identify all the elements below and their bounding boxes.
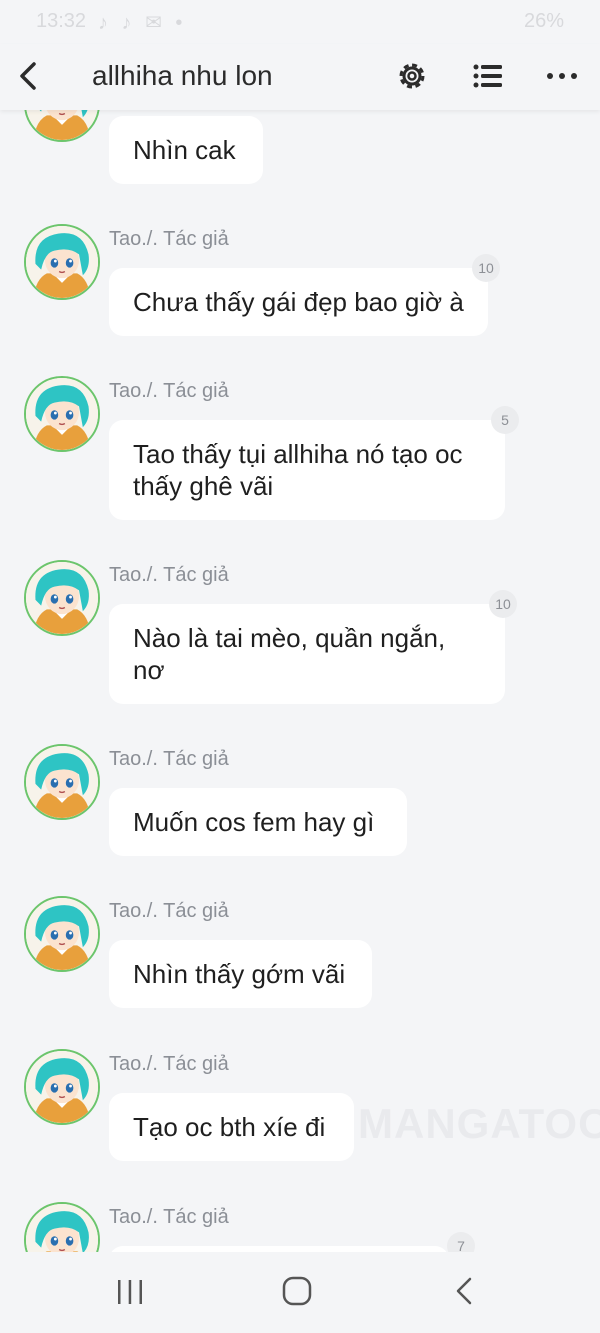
avatar[interactable] xyxy=(24,224,100,300)
author-name[interactable]: Tao./. Tác giả xyxy=(109,228,229,251)
avatar-image xyxy=(26,378,98,450)
message-bubble[interactable]: Tạo oc bth xíe đi xyxy=(109,1093,354,1161)
battery-level: 26% xyxy=(523,10,564,32)
avatar[interactable] xyxy=(24,1202,100,1252)
back-icon[interactable] xyxy=(450,1274,480,1308)
message-bubble[interactable]: Nhìn cak xyxy=(109,116,263,184)
comment-count-badge[interactable]: 10 xyxy=(489,590,517,618)
avatar-image xyxy=(26,746,98,818)
comment-count-badge[interactable]: 7 xyxy=(447,1232,475,1252)
home-icon[interactable] xyxy=(280,1274,314,1308)
message-bubble[interactable]: Nhìn thấy gớm vãi xyxy=(109,940,372,1008)
notification-icons: ♪ ♪ ✉ • xyxy=(98,12,187,34)
message-bubble[interactable]: Chưa thấy gái đẹp bao giờ à xyxy=(109,268,488,336)
comment-count-badge[interactable]: 10 xyxy=(472,254,500,282)
list-icon[interactable] xyxy=(470,58,506,94)
avatar[interactable] xyxy=(24,110,100,142)
avatar-image xyxy=(26,898,98,970)
watermark: MANGATOON xyxy=(358,1100,600,1147)
chat-header: allhiha nhu lon xyxy=(0,44,600,110)
comment-count-badge[interactable]: 5 xyxy=(491,406,519,434)
author-name[interactable]: Tao./. Tác giả xyxy=(109,1206,229,1229)
chat-title: allhiha nhu lon xyxy=(92,60,273,91)
message-bubble[interactable]: Muốn cos fem hay gì xyxy=(109,788,407,856)
avatar[interactable] xyxy=(24,560,100,636)
more-icon[interactable] xyxy=(544,58,580,94)
author-name[interactable]: Tao./. Tác giả xyxy=(109,1053,229,1076)
avatar-image xyxy=(26,110,98,140)
avatar-image xyxy=(26,1204,98,1252)
settings-icon[interactable] xyxy=(394,58,430,94)
author-name[interactable]: Tao./. Tác giả xyxy=(109,900,229,923)
status-time: 13:32 xyxy=(36,10,87,32)
avatar[interactable] xyxy=(24,896,100,972)
author-name[interactable]: Tao./. Tác giả xyxy=(109,564,229,587)
message-bubble[interactable]: Tao thấy tụi allhiha nó tạo oc thấy ghê … xyxy=(109,420,505,520)
message-list[interactable]: MANGATOON Nhìn cak Tao./. Tác giả Chưa t… xyxy=(0,110,600,1252)
author-name[interactable]: Tao./. Tác giả xyxy=(109,748,229,771)
avatar[interactable] xyxy=(24,744,100,820)
avatar-image xyxy=(26,226,98,298)
status-bar: 13:32 ♪ ♪ ✉ • 26% xyxy=(0,0,600,44)
avatar-image xyxy=(26,1051,98,1123)
author-name[interactable]: Tao./. Tác giả xyxy=(109,380,229,403)
recent-apps-icon[interactable] xyxy=(114,1276,146,1308)
avatar[interactable] xyxy=(24,376,100,452)
back-icon[interactable] xyxy=(14,56,46,96)
message-bubble[interactable]: Nào là tai mèo, quần ngắn, nơ xyxy=(109,604,505,704)
system-nav-bar xyxy=(0,1252,600,1333)
avatar-image xyxy=(26,562,98,634)
avatar[interactable] xyxy=(24,1049,100,1125)
